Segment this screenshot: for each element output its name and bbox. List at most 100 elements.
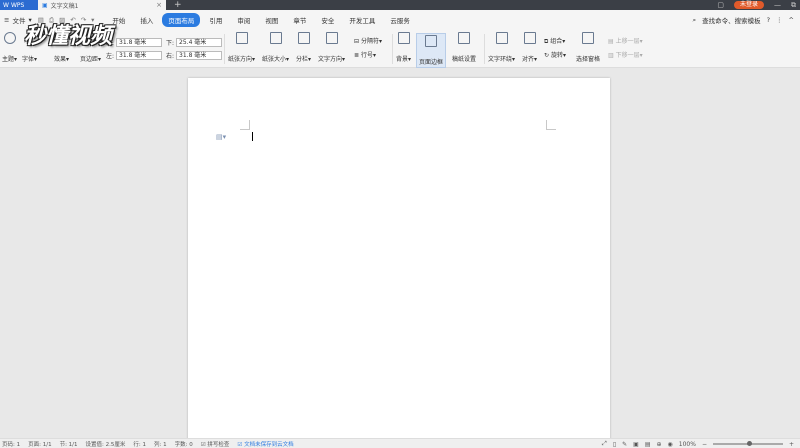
- bottom-margin-field[interactable]: 下: 25.4 毫米: [166, 37, 223, 47]
- eye-protection-icon[interactable]: ◉: [668, 441, 673, 448]
- doc-icon: ▣: [42, 1, 48, 9]
- breaks-button[interactable]: ⊟ 分隔符▾: [354, 36, 382, 45]
- status-row: 行: 1: [133, 441, 146, 448]
- tab-page-layout[interactable]: 页面布局: [162, 13, 201, 27]
- zoom-out-icon[interactable]: −: [702, 441, 707, 448]
- new-tab-button[interactable]: +: [174, 0, 182, 10]
- theme-button[interactable]: 主题▾: [2, 32, 17, 63]
- login-button[interactable]: 未登录: [733, 1, 764, 9]
- right-margin-label: 右:: [166, 52, 175, 60]
- tab-chapter[interactable]: 章节: [287, 13, 312, 27]
- document-tab-label: 文字文稿1: [50, 2, 79, 10]
- bring-forward-icon: ▤: [608, 38, 614, 45]
- background-button[interactable]: 背景▾: [396, 32, 411, 63]
- paragraph-icon[interactable]: ▤▾: [216, 133, 226, 141]
- align-icon: [523, 32, 536, 44]
- video-watermark: 秒懂视频: [24, 18, 164, 56]
- draft-paper-icon: [458, 32, 470, 44]
- wps-home-tab[interactable]: W WPS: [0, 0, 38, 10]
- page-border-button[interactable]: 页面边框: [416, 33, 447, 68]
- document-tab[interactable]: ▣ 文字文稿1 ×: [38, 0, 166, 10]
- page-view-icon[interactable]: ▣: [633, 441, 639, 448]
- selection-pane-button[interactable]: 选择窗格: [576, 32, 600, 63]
- columns-button[interactable]: 分栏▾: [296, 32, 311, 63]
- spellcheck-label: 拼写检查: [207, 441, 230, 448]
- rotate-button[interactable]: ↻ 旋转▾: [544, 50, 566, 59]
- wrap-text-label: 文字环绕: [488, 56, 513, 63]
- status-words[interactable]: 字数: 0: [175, 440, 193, 448]
- divider: [224, 34, 225, 64]
- cloud-save-status[interactable]: ☑ 文档未保存到云文档: [237, 440, 293, 448]
- right-margin-input[interactable]: 31.8 毫米: [176, 50, 223, 60]
- help-icon[interactable]: ?: [767, 16, 770, 24]
- outline-view-icon[interactable]: ▤: [645, 441, 651, 448]
- breaks-label: 分隔符: [360, 38, 379, 45]
- margin-corner-top-left: [240, 120, 250, 130]
- selection-pane-label: 选择窗格: [576, 56, 601, 63]
- rotate-icon: ↻: [544, 52, 550, 59]
- search-icon: ⌕: [692, 15, 697, 24]
- send-backward-button[interactable]: ▥ 下移一层▾: [608, 50, 643, 59]
- status-page-num[interactable]: 页码: 1: [2, 440, 20, 448]
- window-icon[interactable]: ▢: [717, 1, 724, 9]
- more-icon[interactable]: ⋮: [776, 16, 783, 24]
- read-mode-icon[interactable]: ▯: [613, 441, 616, 448]
- size-button[interactable]: 纸张大小▾: [262, 32, 289, 63]
- zoom-in-icon[interactable]: +: [789, 441, 794, 448]
- rotate-label: 旋转: [550, 52, 563, 59]
- tab-review[interactable]: 审阅: [231, 13, 256, 27]
- status-setting: 设置值: 2.5厘米: [85, 441, 126, 448]
- group-button[interactable]: ⧉ 组合▾: [544, 36, 565, 46]
- text-direction-label: 文字方向: [318, 56, 343, 63]
- draft-settings-button[interactable]: 稿纸设置: [452, 32, 476, 63]
- margins-label: 页边距: [80, 56, 99, 63]
- zoom-slider[interactable]: [712, 441, 783, 446]
- size-label: 纸张大小: [262, 56, 287, 63]
- columns-label: 分栏: [296, 56, 309, 63]
- margin-corner-top-right: [546, 120, 556, 130]
- effect-label: 效果: [54, 56, 67, 63]
- orientation-label: 纸张方向: [228, 56, 253, 63]
- tab-cloud-service[interactable]: 云服务: [384, 13, 416, 27]
- tab-references[interactable]: 引用: [203, 13, 228, 27]
- line-numbers-label: 行号: [360, 52, 373, 59]
- palette-icon: [3, 32, 16, 44]
- line-numbers-button[interactable]: ≣ 行号▾: [354, 50, 376, 59]
- bottom-margin-input[interactable]: 25.4 毫米: [176, 37, 223, 47]
- expand-icon[interactable]: ⤢: [602, 440, 607, 448]
- zoom-slider-knob[interactable]: [746, 441, 752, 446]
- spellcheck-toggle[interactable]: ☑ 拼写检查: [201, 440, 230, 448]
- title-bar: W WPS ▣ 文字文稿1 × + ▢ 未登录 — ⧉: [0, 0, 800, 10]
- collapse-ribbon-icon[interactable]: ^: [789, 16, 794, 24]
- bring-forward-button[interactable]: ▤ 上移一层▾: [608, 36, 643, 45]
- tab-view[interactable]: 视图: [259, 13, 284, 27]
- status-section: 节: 1/1: [59, 441, 78, 448]
- group-label: 组合: [550, 38, 563, 45]
- text-direction-icon: [325, 32, 338, 44]
- send-backward-icon: ▥: [608, 52, 614, 59]
- orientation-button[interactable]: 纸张方向▾: [228, 32, 255, 63]
- send-backward-label: 下移一层: [615, 52, 640, 59]
- right-margin-field[interactable]: 右: 31.8 毫米: [166, 50, 223, 60]
- wps-logo-icon: W: [3, 1, 9, 9]
- tab-developer[interactable]: 开发工具: [343, 13, 381, 27]
- edit-mode-icon[interactable]: ✎: [622, 441, 627, 448]
- command-search[interactable]: 查找命令、搜索模板: [702, 15, 761, 25]
- restore-icon[interactable]: ⧉: [791, 1, 796, 10]
- background-label: 背景: [396, 56, 409, 63]
- web-view-icon[interactable]: ⊕: [657, 441, 662, 448]
- minimize-icon[interactable]: —: [774, 1, 781, 9]
- paper-size-icon: [269, 32, 282, 44]
- close-tab-icon[interactable]: ×: [156, 1, 162, 9]
- hamburger-icon: ≡: [4, 16, 10, 24]
- divider: [392, 34, 393, 64]
- line-numbers-icon: ≣: [354, 52, 360, 59]
- bring-forward-label: 上移一层: [615, 38, 640, 45]
- zoom-level[interactable]: 100%: [679, 441, 696, 448]
- wps-tab-label: WPS: [10, 1, 25, 9]
- text-direction-button[interactable]: 文字方向▾: [318, 32, 345, 63]
- align-button[interactable]: 对齐▾: [522, 32, 537, 63]
- tab-security[interactable]: 安全: [315, 13, 340, 27]
- wrap-text-button[interactable]: 文字环绕▾: [488, 32, 515, 63]
- status-col: 列: 1: [153, 441, 167, 448]
